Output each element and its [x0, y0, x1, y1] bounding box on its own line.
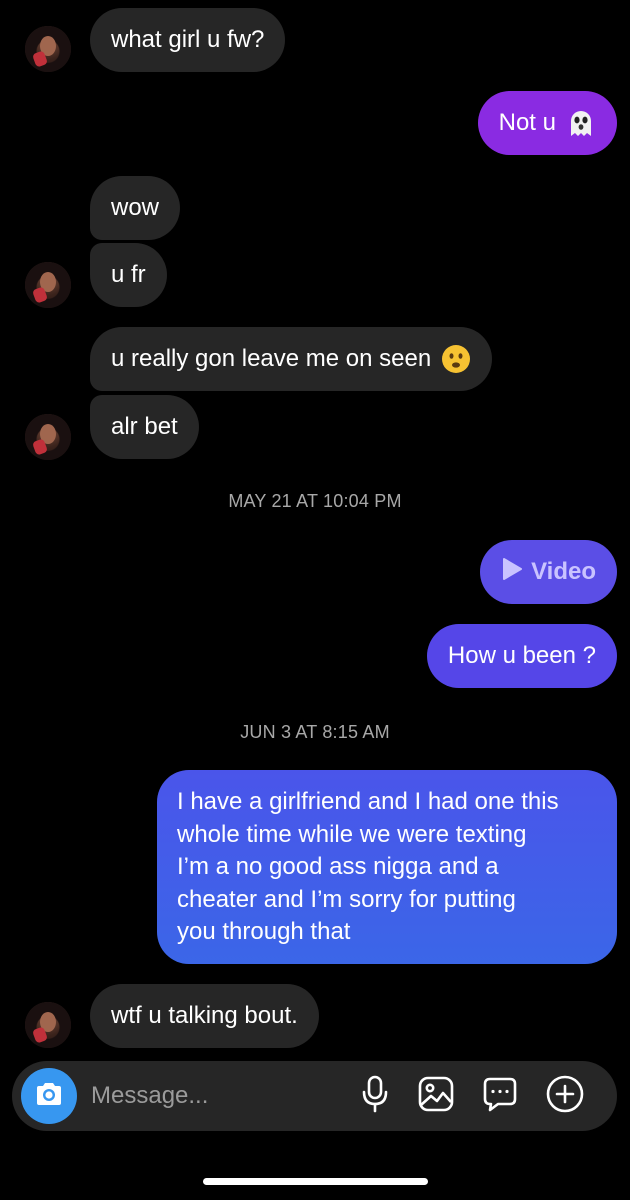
play-icon — [501, 557, 523, 588]
message-text: Not u — [498, 109, 556, 136]
message-text: what girl u fw? — [111, 26, 265, 53]
message-line: you through that — [177, 918, 351, 945]
gallery-button[interactable] — [415, 1075, 457, 1117]
outgoing-message[interactable]: Not u — [477, 91, 617, 155]
camera-icon — [34, 1081, 64, 1112]
message-composer: Message... — [12, 1061, 617, 1131]
message-text: How u been ? — [447, 642, 596, 669]
contact-avatar[interactable] — [25, 26, 71, 72]
dm-thread-screen: what girl u fw? Not u wow u fr u really … — [0, 0, 630, 1200]
outgoing-message[interactable]: I have a girlfriend and I had one this w… — [157, 770, 617, 964]
home-indicator — [203, 1178, 428, 1185]
video-label: Video — [531, 558, 596, 585]
message-text: u fr — [111, 261, 146, 288]
contact-avatar[interactable] — [25, 414, 71, 460]
incoming-message[interactable]: u fr — [90, 243, 167, 307]
contact-avatar[interactable] — [25, 1002, 71, 1048]
ghost-emoji-icon — [566, 108, 596, 138]
incoming-message[interactable]: alr bet — [90, 395, 199, 459]
contact-avatar[interactable] — [25, 262, 71, 308]
message-text: alr bet — [111, 413, 178, 440]
message-line: I have a girlfriend and I had one this — [177, 788, 559, 815]
message-input[interactable]: Message... — [91, 1061, 208, 1131]
add-button[interactable] — [544, 1075, 586, 1117]
incoming-message[interactable]: u really gon leave me on seen — [90, 327, 493, 391]
message-line: whole time while we were texting — [177, 820, 527, 848]
microphone-button[interactable] — [354, 1075, 396, 1117]
sticker-chat-button[interactable] — [479, 1075, 521, 1117]
frowning-face-emoji-icon — [441, 344, 471, 374]
incoming-message[interactable]: wtf u talking bout. — [90, 984, 319, 1048]
sticker-chat-icon — [482, 1076, 518, 1117]
message-text: wow — [111, 194, 160, 221]
message-text: wtf u talking bout. — [111, 1002, 298, 1029]
outgoing-video-message[interactable]: Video — [480, 540, 617, 604]
message-timestamp: MAY 21 AT 10:04 PM — [228, 491, 402, 511]
add-icon — [546, 1075, 584, 1118]
microphone-icon — [360, 1075, 390, 1118]
camera-button[interactable] — [21, 1068, 77, 1124]
message-line: I’m a no good ass nigga and a — [177, 853, 499, 880]
incoming-message[interactable]: what girl u fw? — [90, 8, 286, 72]
outgoing-message[interactable]: How u been ? — [426, 624, 617, 688]
message-text: u really gon leave me on seen — [111, 345, 432, 372]
gallery-icon — [418, 1076, 454, 1117]
message-timestamp: JUN 3 AT 8:15 AM — [240, 722, 390, 742]
message-line: cheater and I’m sorry for putting — [177, 885, 516, 913]
incoming-message[interactable]: wow — [90, 176, 181, 240]
